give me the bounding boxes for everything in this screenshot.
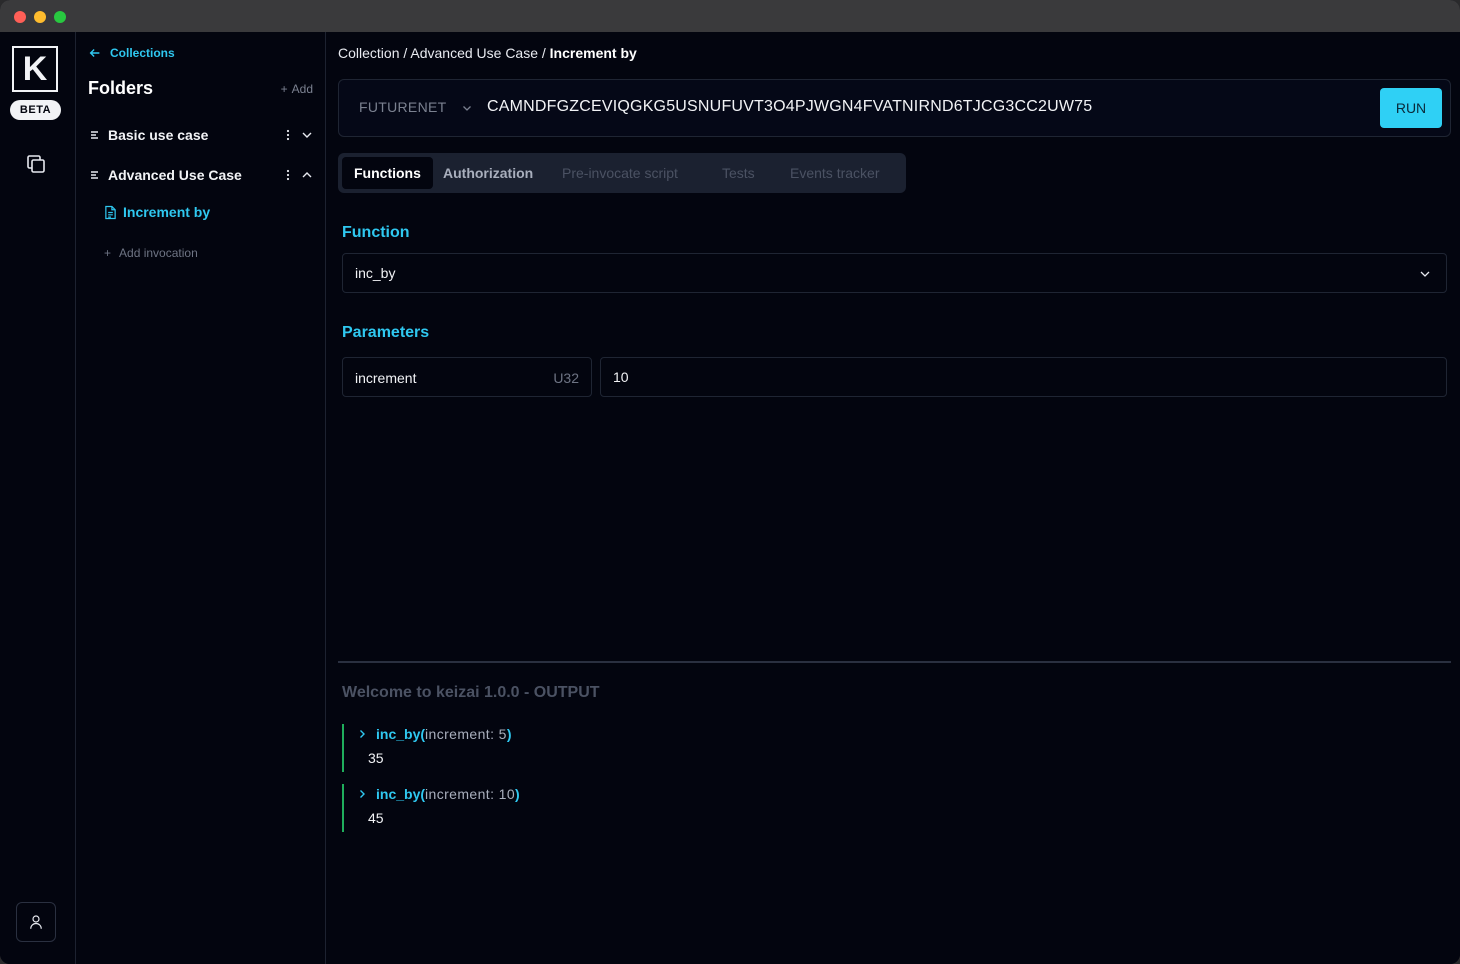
tab-functions[interactable]: Functions [342,157,433,189]
add-invocation-button[interactable]: + Add invocation [104,246,198,260]
contract-id-input[interactable]: CAMNDFGZCEVIQGKG5USNUFUVT3O4PJWGN4FVATNI… [487,98,1092,116]
log-call[interactable]: inc_by( increment: 10 ) [356,786,520,802]
chevron-right-icon [360,730,365,738]
plus-icon: + [280,82,288,96]
contract-bar: FUTURENET CAMNDFGZCEVIQGKG5USNUFUVT3O4PJ… [338,79,1451,137]
more-options-icon[interactable] [282,168,294,182]
beta-badge: BETA [10,100,61,120]
chevron-down-icon[interactable] [300,128,314,142]
breadcrumb-path: Collection / Advanced Use Case / [338,45,550,61]
chevron-right-icon [360,790,365,798]
plus-icon: + [104,246,112,260]
param-value-input[interactable] [600,357,1447,397]
network-select[interactable]: FUTURENET [359,99,446,115]
log-function-name: inc_by( [376,786,426,802]
keizai-logo: K [12,46,58,92]
close-window-button[interactable] [14,11,26,23]
function-select-value: inc_by [355,265,396,281]
function-section-title: Function [342,224,410,241]
run-button[interactable]: RUN [1380,88,1442,128]
tab-events-tracker[interactable]: Events tracker [790,157,879,189]
param-type: U32 [553,370,579,386]
more-options-icon[interactable] [282,128,294,142]
log-call[interactable]: inc_by( increment: 5 ) [356,726,512,742]
function-select[interactable]: inc_by [342,253,1447,293]
chevron-up-icon[interactable] [300,168,314,182]
collections-icon[interactable] [24,152,48,176]
folder-item-advanced-use-case[interactable]: Advanced Use Case [88,163,314,187]
logo-letter: K [22,50,48,88]
log-result: 45 [368,810,384,826]
chevron-down-icon [1420,271,1430,277]
folder-label: Basic use case [108,127,209,143]
tab-pre-invocate-script[interactable]: Pre-invocate script [562,157,678,189]
folder-item-basic-use-case[interactable]: Basic use case [88,123,314,147]
tab-authorization[interactable]: Authorization [443,157,533,189]
maximize-window-button[interactable] [54,11,66,23]
tab-tests[interactable]: Tests [722,157,755,189]
user-profile-button[interactable] [16,902,56,942]
app-window: K BETA Collections Folders + Add Basic u… [0,0,1460,964]
back-to-collections-link[interactable]: Collections [88,46,175,60]
output-log-entry: inc_by( increment: 10 ) 45 [342,784,742,832]
minimize-window-button[interactable] [34,11,46,23]
param-name-field: increment U32 [342,357,592,397]
parameters-section-title: Parameters [342,324,430,341]
invocation-item-increment-by[interactable]: Increment by [104,204,210,220]
main-panel: Collection / Advanced Use Case / Increme… [326,32,1460,964]
user-icon [30,915,42,929]
log-function-name: inc_by( [376,726,426,742]
back-link-label: Collections [110,46,175,60]
icon-rail: K BETA [0,32,76,964]
arrow-left-icon [89,49,100,57]
output-log-entry: inc_by( increment: 5 ) 35 [342,724,742,772]
output-divider[interactable] [338,661,1451,663]
log-close-paren: ) [515,786,520,802]
add-invocation-label: Add invocation [119,246,198,260]
log-args: increment: 10 [425,786,516,802]
invocation-label: Increment by [123,204,211,220]
folder-lines-icon [91,131,98,139]
add-folder-button[interactable]: + Add [281,82,313,96]
title-bar [0,0,1460,32]
breadcrumb: Collection / Advanced Use Case / Increme… [338,45,637,61]
output-title: Welcome to keizai 1.0.0 - OUTPUT [342,684,600,701]
chevron-down-icon[interactable] [461,102,473,114]
tabs-bar: Functions Authorization Pre-invocate scr… [338,153,906,193]
log-result: 35 [368,750,384,766]
breadcrumb-current: Increment by [549,45,637,61]
folder-lines-icon [91,171,98,179]
folder-label: Advanced Use Case [108,167,242,183]
folders-title: Folders [88,78,154,98]
log-args: increment: 5 [425,726,507,742]
document-icon [105,205,116,219]
folders-sidebar: Collections Folders + Add Basic use case… [76,32,326,964]
log-close-paren: ) [506,726,512,742]
add-folder-label: Add [291,82,313,96]
param-name: increment [355,370,417,386]
